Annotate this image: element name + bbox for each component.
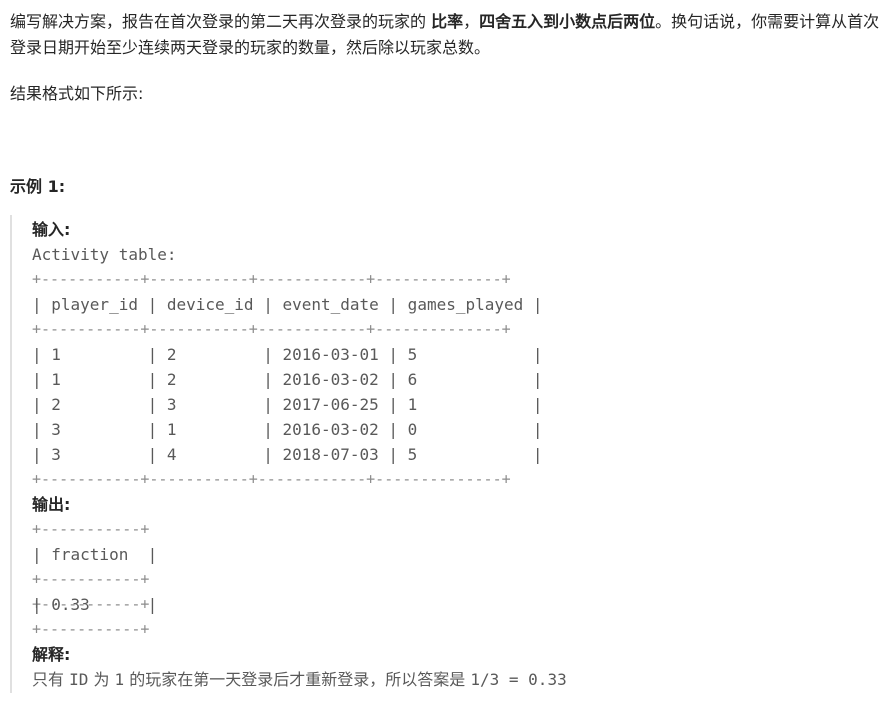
output-table-border: +-----------+ xyxy=(32,520,150,538)
example-block: 输入: Activity table: 输出: 解释: 只有 ID 为 1 的玩… xyxy=(10,215,812,693)
result-format-text: 结果格式如下所示: xyxy=(10,84,144,103)
intro-bold-rounding: 四舍五入到小数点后两位 xyxy=(479,12,656,31)
output-label: 输出: xyxy=(32,495,71,514)
activity-table-row: | 2 | 3 | 2017-06-25 | 1 | xyxy=(32,395,543,414)
activity-table-header-row: | player_id | device_id | event_date | g… xyxy=(32,295,543,314)
intro-text-2: ， xyxy=(463,12,480,31)
output-table-header-row: | fraction | xyxy=(32,545,158,564)
explain-label: 解释: xyxy=(32,645,71,664)
explain-text-3: 的玩家在第一天登录后才重新登录，所以答案是 xyxy=(124,670,471,689)
activity-table-row: | 3 | 1 | 2016-03-02 | 0 | xyxy=(32,420,543,439)
explain-code-1: 1 xyxy=(114,670,125,689)
explain-code-id: ID xyxy=(69,670,89,689)
output-table-row: | 0.33 | xyxy=(32,595,158,614)
activity-table-border: +-----------+-----------+------------+--… xyxy=(32,270,511,288)
explain-text-1: 只有 xyxy=(32,670,70,689)
output-table-border: +-----------+ xyxy=(32,570,150,588)
explanation-text: 只有 ID 为 1 的玩家在第一天登录后才重新登录，所以答案是 1/3 = 0.… xyxy=(32,667,567,692)
problem-description: 编写解决方案，报告在首次登录的第二天再次登录的玩家的 比率，四舍五入到小数点后两… xyxy=(10,9,880,61)
activity-table-row: | 1 | 2 | 2016-03-01 | 5 | xyxy=(32,345,543,364)
input-label: 输入: xyxy=(32,220,71,239)
explain-text-2: 为 xyxy=(88,670,115,689)
activity-table-border: +-----------+-----------+------------+--… xyxy=(32,470,511,488)
activity-table-row: | 1 | 2 | 2016-03-02 | 6 | xyxy=(32,370,543,389)
activity-table-row: | 3 | 4 | 2018-07-03 | 5 | xyxy=(32,445,543,464)
example-heading: 示例 1: xyxy=(10,177,66,196)
intro-text-1: 编写解决方案，报告在首次登录的第二天再次登录的玩家的 xyxy=(10,12,432,31)
explain-code-answer: 1/3 = 0.33 xyxy=(470,670,567,689)
output-table-border: +-----------+ xyxy=(32,620,150,638)
intro-bold-ratio: 比率 xyxy=(431,12,464,31)
table-caption: Activity table: xyxy=(32,245,177,264)
activity-table-border: +-----------+-----------+------------+--… xyxy=(32,320,511,338)
